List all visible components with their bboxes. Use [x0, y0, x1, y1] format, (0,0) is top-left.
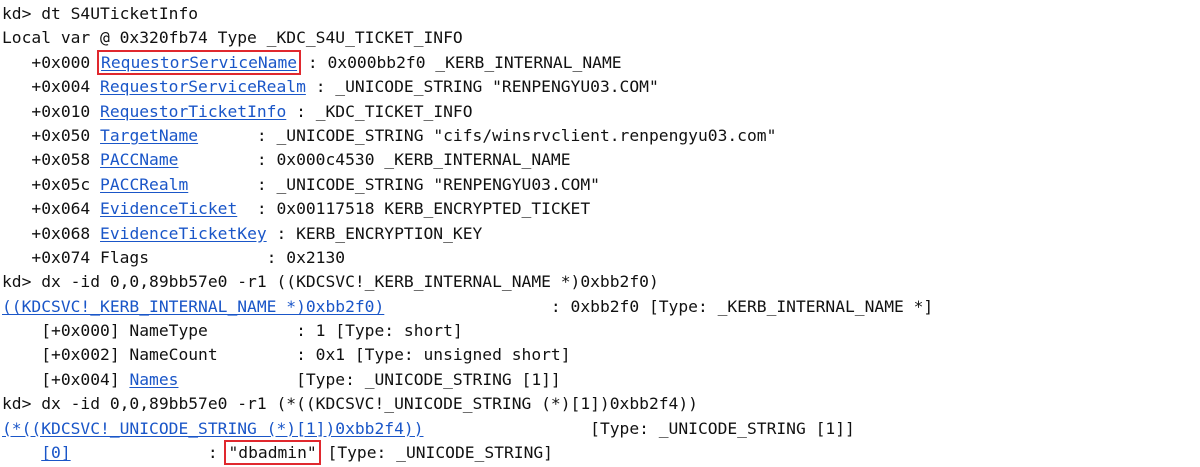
console-line: [+0x002] NameCount : 0x1 [Type: unsigned…	[2, 343, 1198, 367]
console-link[interactable]: ((KDCSVC!_KERB_INTERNAL_NAME *)0xbb2f0)	[2, 297, 384, 316]
console-link[interactable]: RequestorTicketInfo	[100, 102, 286, 121]
console-text: : _UNICODE_STRING "RENPENGYU03.COM"	[305, 77, 659, 97]
console-link[interactable]: PACCRealm	[100, 175, 188, 194]
console-text: +0x05c	[2, 174, 101, 194]
console-link[interactable]: EvidenceTicketKey	[100, 224, 267, 243]
console-line: +0x074 Flags : 0x2130	[2, 246, 1198, 270]
console-link[interactable]: [0]	[41, 443, 70, 462]
highlighted-console-link[interactable]: RequestorServiceName	[97, 49, 302, 75]
console-text: +0x064	[2, 199, 101, 219]
console-line: +0x05c PACCRealm : _UNICODE_STRING "RENP…	[2, 173, 1198, 197]
console-link[interactable]: PACCName	[100, 150, 178, 169]
console-line: +0x000 RequestorServiceName : 0x000bb2f0…	[2, 49, 1198, 75]
console-text: kd> dt S4UTicketInfo	[2, 4, 199, 23]
console-link[interactable]: Names	[129, 370, 178, 389]
console-text: +0x050	[2, 125, 101, 145]
console-line: +0x058 PACCName : 0x000c4530 _KERB_INTER…	[2, 148, 1198, 172]
console-text: : KERB_ENCRYPTION_KEY	[266, 223, 483, 243]
console-text: [Type: _UNICODE_STRING [1]]	[423, 418, 855, 438]
console-line: ((KDCSVC!_KERB_INTERNAL_NAME *)0xbb2f0) …	[2, 295, 1198, 319]
console-link[interactable]: TargetName	[100, 126, 198, 145]
highlighted-value: "dbadmin"	[224, 440, 321, 466]
console-line: [+0x004] Names [Type: _UNICODE_STRING [1…	[2, 368, 1198, 392]
console-text: +0x000	[2, 52, 101, 72]
console-text: kd> dx -id 0,0,89bb57e0 -r1 (*((KDCSVC!_…	[2, 394, 698, 414]
console-text: : 0xbb2f0 [Type: _KERB_INTERNAL_NAME *]	[384, 296, 934, 316]
debugger-console-output: kd> dt S4UTicketInfo Local var @ 0x320fb7…	[2, 2, 1198, 466]
console-line: (*((KDCSVC!_UNICODE_STRING (*)[1])0xbb2f…	[2, 417, 1198, 441]
console-text: +0x068	[2, 223, 101, 243]
console-text: :	[70, 443, 228, 463]
console-text: : 0x000bb2f0 _KERB_INTERNAL_NAME	[298, 52, 622, 72]
console-line: +0x010 RequestorTicketInfo : _KDC_TICKET…	[2, 100, 1198, 124]
console-text: Local var @ 0x320fb74 Type _KDC_S4U_TICK…	[2, 28, 463, 48]
console-text: [Type: _UNICODE_STRING [1]]	[178, 369, 561, 389]
console-line: Local var @ 0x320fb74 Type _KDC_S4U_TICK…	[2, 26, 1198, 50]
console-text: [+0x004]	[2, 369, 130, 389]
console-line: +0x004 RequestorServiceRealm : _UNICODE_…	[2, 75, 1198, 99]
console-text: : 0x000c4530 _KERB_INTERNAL_NAME	[178, 150, 571, 170]
console-text: : _UNICODE_STRING "RENPENGYU03.COM"	[188, 174, 600, 194]
console-text: +0x058	[2, 150, 101, 170]
console-text: +0x004	[2, 77, 101, 97]
console-link[interactable]: (*((KDCSVC!_UNICODE_STRING (*)[1])0xbb2f…	[2, 419, 424, 438]
console-text: : 0x00117518 KERB_ENCRYPTED_TICKET	[237, 199, 591, 219]
console-text: : _UNICODE_STRING "cifs/winsrvclient.ren…	[198, 125, 777, 145]
console-text: [+0x002] NameCount : 0x1 [Type: unsigned…	[2, 345, 571, 365]
console-line: +0x050 TargetName : _UNICODE_STRING "cif…	[2, 124, 1198, 148]
console-line: +0x068 EvidenceTicketKey : KERB_ENCRYPTI…	[2, 222, 1198, 246]
console-line: +0x064 EvidenceTicket : 0x00117518 KERB_…	[2, 197, 1198, 221]
console-link[interactable]: EvidenceTicket	[100, 199, 237, 218]
console-text: : _KDC_TICKET_INFO	[286, 101, 473, 121]
console-text: [Type: _UNICODE_STRING]	[317, 443, 553, 463]
console-text: kd> dx -id 0,0,89bb57e0 -r1 ((KDCSVC!_KE…	[2, 272, 659, 292]
console-text: +0x010	[2, 101, 101, 121]
console-line: kd> dx -id 0,0,89bb57e0 -r1 (*((KDCSVC!_…	[2, 392, 1198, 416]
console-line: kd> dx -id 0,0,89bb57e0 -r1 ((KDCSVC!_KE…	[2, 270, 1198, 294]
console-link[interactable]: RequestorServiceRealm	[100, 77, 306, 96]
console-line: [0] : "dbadmin" [Type: _UNICODE_STRING]	[2, 440, 1198, 466]
console-line: kd> dt S4UTicketInfo	[2, 2, 1198, 26]
console-text: +0x074 Flags : 0x2130	[2, 247, 346, 267]
console-line: [+0x000] NameType : 1 [Type: short]	[2, 319, 1198, 343]
console-text: [+0x000] NameType : 1 [Type: short]	[2, 321, 463, 341]
